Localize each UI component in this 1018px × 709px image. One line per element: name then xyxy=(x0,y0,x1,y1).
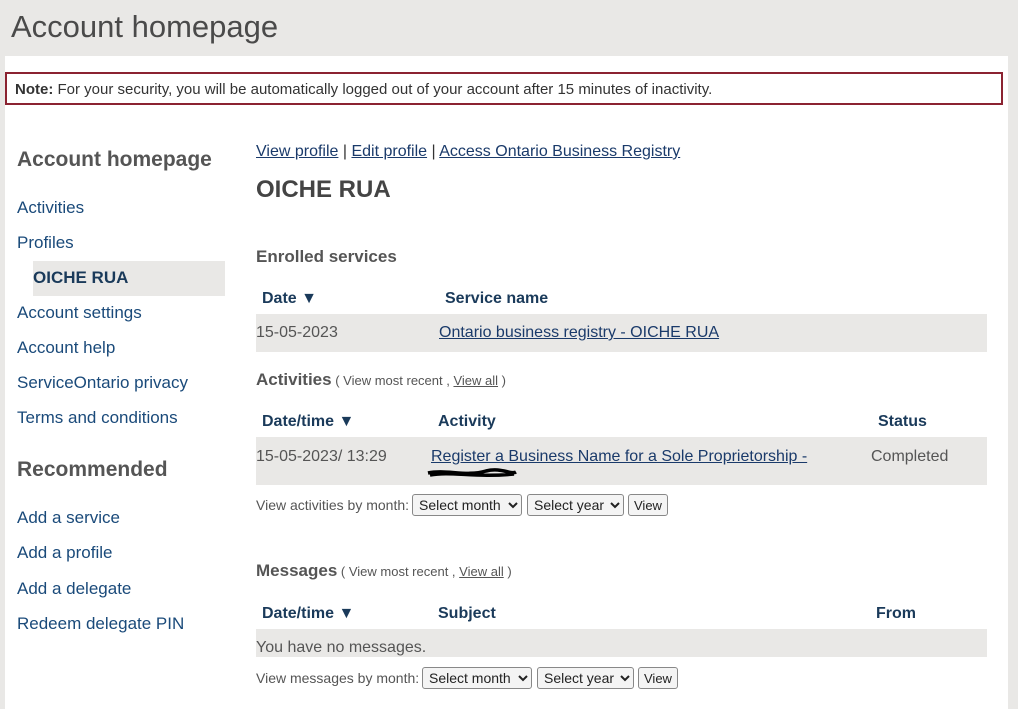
activity-status-cell: Completed xyxy=(871,448,949,465)
messages-title: Messages xyxy=(256,561,338,580)
messages-view-button[interactable]: View xyxy=(638,667,678,689)
activity-date-cell: 15-05-2023/ 13:29 xyxy=(256,448,387,465)
page-title: Account homepage xyxy=(11,9,279,44)
activities-date-header[interactable]: Date/time ▼ xyxy=(262,413,354,431)
activities-title: Activities xyxy=(256,370,332,389)
activities-activity-header: Activity xyxy=(438,413,496,430)
profile-nav: View profile | Edit profile | Access Ont… xyxy=(256,143,680,161)
messages-from-header: From xyxy=(876,605,916,622)
activities-year-select[interactable]: Select year xyxy=(527,494,624,516)
view-most-recent-text: View most recent xyxy=(348,564,449,579)
enrolled-date-header[interactable]: Date ▼ xyxy=(262,290,317,308)
no-messages-text: You have no messages. xyxy=(256,639,427,656)
add-service-link[interactable]: Add a service xyxy=(17,508,120,528)
sidebar-item-activities[interactable]: Activities xyxy=(17,198,84,218)
right-border xyxy=(1008,56,1018,709)
edit-profile-link[interactable]: Edit profile xyxy=(351,143,427,160)
sidebar-item-account-settings[interactable]: Account settings xyxy=(17,303,142,323)
activities-view-all-link[interactable]: View all xyxy=(453,373,498,388)
comma: , xyxy=(448,564,460,579)
sidebar-item-terms[interactable]: Terms and conditions xyxy=(17,408,178,428)
activities-view-button[interactable]: View xyxy=(628,494,668,516)
sidebar-item-profiles[interactable]: Profiles xyxy=(17,233,74,253)
redaction-scribble xyxy=(427,468,517,478)
sidebar-title: Account homepage xyxy=(17,148,212,171)
enrolled-date-cell: 15-05-2023 xyxy=(256,324,338,341)
paren-close: ) xyxy=(503,564,512,579)
redeem-pin-link[interactable]: Redeem delegate PIN xyxy=(17,614,184,634)
add-delegate-link[interactable]: Add a delegate xyxy=(17,579,131,599)
messages-month-select[interactable]: Select month xyxy=(422,667,532,689)
comma: , xyxy=(442,373,454,388)
sidebar-item-account-help[interactable]: Account help xyxy=(17,338,115,358)
messages-view-all-link[interactable]: View all xyxy=(459,564,504,579)
note-text: For your security, you will be automatic… xyxy=(53,81,713,98)
profile-name: OICHE RUA xyxy=(256,176,391,203)
paren-close: ) xyxy=(498,373,506,388)
messages-date-header[interactable]: Date/time ▼ xyxy=(262,605,354,623)
access-obr-link[interactable]: Access Ontario Business Registry xyxy=(439,143,680,160)
sidebar-item-label: OICHE RUA xyxy=(33,268,129,287)
security-note: Note: For your security, you will be aut… xyxy=(5,72,1003,105)
activities-title-row: Activities ( View most recent , View all… xyxy=(256,370,506,390)
separator: | xyxy=(338,143,352,160)
view-profile-link[interactable]: View profile xyxy=(256,143,338,160)
left-border xyxy=(0,56,5,709)
enrolled-services-title: Enrolled services xyxy=(256,247,397,266)
activity-link[interactable]: Register a Business Name for a Sole Prop… xyxy=(431,448,807,466)
sidebar-item-profile-oiche-rua[interactable]: OICHE RUA xyxy=(33,261,225,296)
messages-year-select[interactable]: Select year xyxy=(537,667,634,689)
activities-status-header: Status xyxy=(878,413,927,430)
enrolled-service-header: Service name xyxy=(445,290,549,307)
separator: | xyxy=(427,143,440,160)
activities-filter-label: View activities by month: xyxy=(256,497,410,513)
activities-month-select[interactable]: Select month xyxy=(412,494,522,516)
add-profile-link[interactable]: Add a profile xyxy=(17,543,112,563)
messages-title-row: Messages ( View most recent , View all ) xyxy=(256,561,512,581)
page-header: Account homepage xyxy=(0,0,1018,56)
recommended-title: Recommended xyxy=(17,458,168,481)
view-most-recent-text: View most recent xyxy=(343,373,443,388)
paren-open: ( xyxy=(337,564,349,579)
note-label: Note: xyxy=(15,81,54,98)
paren-open: ( xyxy=(331,373,344,388)
sidebar-item-privacy[interactable]: ServiceOntario privacy xyxy=(17,373,188,393)
enrolled-service-link[interactable]: Ontario business registry - OICHE RUA xyxy=(439,324,719,342)
messages-filter-label: View messages by month: xyxy=(256,670,420,686)
messages-subject-header: Subject xyxy=(438,605,496,622)
